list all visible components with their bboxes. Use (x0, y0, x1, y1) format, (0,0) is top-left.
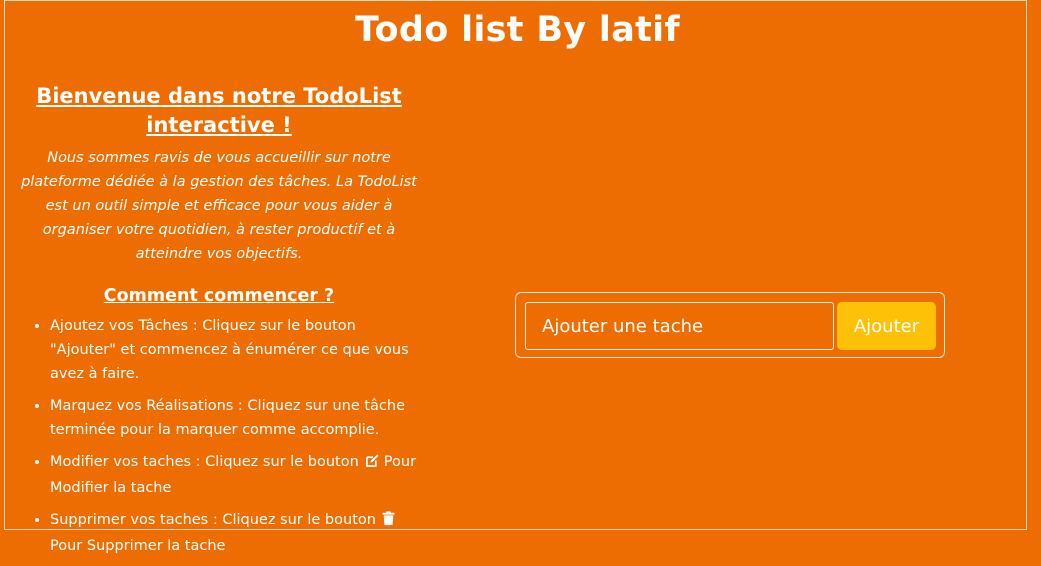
instructions-panel: Bienvenue dans notre TodoList interactiv… (14, 82, 424, 566)
intro-text: Nous sommes ravis de vous accueillir sur… (21, 150, 417, 262)
steps-list: Ajoutez vos Tâches : Cliquez sur le bout… (14, 314, 424, 558)
howto-title: Comment commencer ? (103, 286, 335, 306)
edit-icon (365, 452, 380, 476)
step-delete-text: Supprimer vos taches : Cliquez sur le bo… (50, 512, 376, 528)
step-complete-text: Marquez vos Réalisations : Cliquez sur u… (50, 398, 406, 438)
trash-icon (382, 510, 395, 534)
step-edit-text: Modifier vos taches : Cliquez sur le bou… (50, 454, 359, 470)
add-task-form: Ajouter (515, 292, 945, 358)
step-delete: Supprimer vos taches : Cliquez sur le bo… (50, 508, 424, 558)
welcome-title: Bienvenue dans notre TodoList interactiv… (36, 84, 402, 137)
step-complete: Marquez vos Réalisations : Cliquez sur u… (50, 394, 424, 442)
step-add-text: Ajoutez vos Tâches : Cliquez sur le bout… (50, 318, 409, 382)
app-title: Todo list By latif (355, 10, 680, 50)
step-edit: Modifier vos taches : Cliquez sur le bou… (50, 450, 424, 500)
add-button[interactable]: Ajouter (837, 302, 936, 350)
step-delete-text-after: Pour Supprimer la tache (50, 538, 226, 554)
task-input[interactable] (525, 302, 834, 350)
step-add: Ajoutez vos Tâches : Cliquez sur le bout… (50, 314, 424, 386)
